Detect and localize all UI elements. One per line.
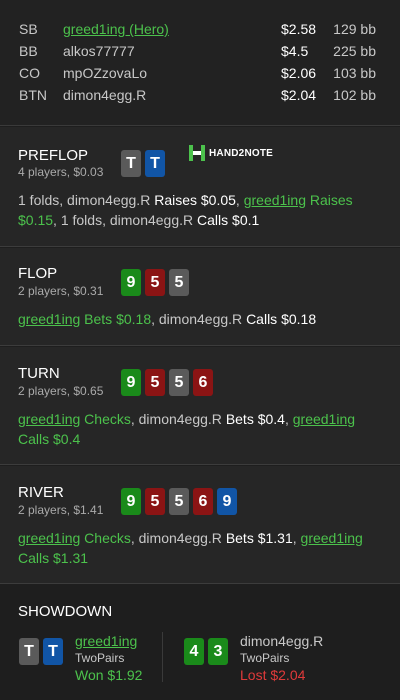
card: 6 xyxy=(193,369,213,396)
players-panel: SB greed1ing (Hero) $2.58 129 bb BB alko… xyxy=(0,0,400,126)
hero-link[interactable]: greed1ing xyxy=(18,411,80,427)
card: 9 xyxy=(121,269,141,296)
hand-rank: TwoPairs xyxy=(75,651,125,665)
hero-cards: T T xyxy=(121,150,165,177)
street-title: RIVER xyxy=(18,484,64,501)
villain-showdown-cards: 4 3 xyxy=(184,638,228,665)
card: 5 xyxy=(145,488,165,515)
action-text: Bets $1.31 xyxy=(225,530,293,546)
result-lost: Lost $2.04 xyxy=(240,667,306,683)
action-text: , xyxy=(292,530,301,546)
action-line: greed1ing Checks, dimon4egg.R Bets $1.31… xyxy=(18,528,384,568)
street-title: TURN xyxy=(18,365,60,382)
card: 9 xyxy=(217,488,237,515)
action-text: Raises $0.05 xyxy=(154,192,236,208)
player-row-btn: BTN dimon4egg.R $2.04 102 bb xyxy=(0,85,400,107)
action-text: Bets $0.18 xyxy=(80,311,152,327)
action-text: , dimon4egg.R xyxy=(151,311,247,327)
card: 6 xyxy=(193,488,213,515)
card: T xyxy=(121,150,141,177)
player-name: dimon4egg.R xyxy=(63,87,147,103)
card: 5 xyxy=(169,488,189,515)
h2n-logo-icon xyxy=(189,145,205,161)
result-won: Won $1.92 xyxy=(75,667,143,683)
board-cards: 9 5 5 xyxy=(121,269,189,296)
street-pot: 2 players, $1.41 xyxy=(18,503,104,517)
player-stack: $2.58 xyxy=(281,21,317,37)
action-text: , dimon4egg.R xyxy=(130,530,226,546)
hero-link[interactable]: greed1ing xyxy=(293,411,355,427)
action-text: Checks xyxy=(80,411,131,427)
action-text: , xyxy=(235,192,244,208)
hero-link[interactable]: greed1ing xyxy=(18,311,80,327)
player-name-hero[interactable]: greed1ing (Hero) xyxy=(63,21,169,37)
action-text: Calls $0.1 xyxy=(197,212,260,228)
player-position: BTN xyxy=(19,87,47,103)
action-text: , 1 folds, dimon4egg.R xyxy=(53,212,198,228)
card: T xyxy=(43,638,63,665)
street-title: SHOWDOWN xyxy=(18,603,113,620)
action-text: Bets $0.4 xyxy=(225,411,285,427)
street-flop: FLOP 2 players, $0.31 9 5 5 greed1ing Be… xyxy=(0,248,400,346)
player-position: CO xyxy=(19,65,40,81)
player-row-sb: SB greed1ing (Hero) $2.58 129 bb xyxy=(0,19,400,41)
action-line: greed1ing Checks, dimon4egg.R Bets $0.4,… xyxy=(18,409,384,449)
street-pot: 2 players, $0.65 xyxy=(18,384,104,398)
action-text: Calls $0.18 xyxy=(246,311,317,327)
hand-rank: TwoPairs xyxy=(240,651,290,665)
divider xyxy=(162,632,163,682)
card: T xyxy=(19,638,39,665)
card: 3 xyxy=(208,638,228,665)
street-turn: TURN 2 players, $0.65 9 5 5 6 greed1ing … xyxy=(0,347,400,465)
player-name: mpOZzovaLo xyxy=(63,65,148,81)
street-title: PREFLOP xyxy=(18,147,89,164)
hero-link[interactable]: greed1ing xyxy=(301,530,363,546)
card: 9 xyxy=(121,369,141,396)
card: 9 xyxy=(121,488,141,515)
board-cards: 9 5 5 6 xyxy=(121,369,213,396)
action-text: Calls $1.31 xyxy=(18,550,89,566)
logo-text: HAND2NOTE xyxy=(209,147,274,159)
player-stack: $4.5 xyxy=(281,43,309,59)
player-position: SB xyxy=(19,21,38,37)
street-pot: 4 players, $0.03 xyxy=(18,165,104,179)
action-line: 1 folds, dimon4egg.R Raises $0.05, greed… xyxy=(18,190,384,230)
hero-link[interactable]: greed1ing xyxy=(244,192,306,208)
player-bb: 103 bb xyxy=(333,65,376,81)
action-text: 1 folds, dimon4egg.R xyxy=(18,192,155,208)
showdown-section: SHOWDOWN T T greed1ing TwoPairs Won $1.9… xyxy=(0,584,400,700)
player-row-bb: BB alkos77777 $4.5 225 bb xyxy=(0,41,400,63)
player-name: alkos77777 xyxy=(63,43,135,59)
action-line: greed1ing Bets $0.18, dimon4egg.R Calls … xyxy=(18,309,384,329)
action-text: , dimon4egg.R xyxy=(130,411,226,427)
action-text: Checks xyxy=(80,530,131,546)
card: T xyxy=(145,150,165,177)
card: 5 xyxy=(145,369,165,396)
street-pot: 2 players, $0.31 xyxy=(18,284,104,298)
card: 5 xyxy=(145,269,165,296)
street-title: FLOP xyxy=(18,265,58,282)
player-bb: 102 bb xyxy=(333,87,376,103)
hero-link[interactable]: greed1ing xyxy=(18,530,80,546)
player-row-co: CO mpOZzovaLo $2.06 103 bb xyxy=(0,63,400,85)
player-stack: $2.06 xyxy=(281,65,317,81)
action-text: Calls $0.4 xyxy=(18,431,81,447)
card: 5 xyxy=(169,369,189,396)
player-stack: $2.04 xyxy=(281,87,317,103)
player-bb: 225 bb xyxy=(333,43,376,59)
action-text: , xyxy=(284,411,293,427)
player-position: BB xyxy=(19,43,38,59)
hero-link[interactable]: greed1ing xyxy=(75,633,137,649)
villain-name: dimon4egg.R xyxy=(240,633,324,649)
hand2note-logo: HAND2NOTE xyxy=(188,144,273,162)
card: 5 xyxy=(169,269,189,296)
player-bb: 129 bb xyxy=(333,21,376,37)
hero-showdown-cards: T T xyxy=(19,638,63,665)
board-cards: 9 5 5 6 9 xyxy=(121,488,237,515)
street-river: RIVER 2 players, $1.41 9 5 5 6 9 greed1i… xyxy=(0,466,400,584)
card: 4 xyxy=(184,638,204,665)
